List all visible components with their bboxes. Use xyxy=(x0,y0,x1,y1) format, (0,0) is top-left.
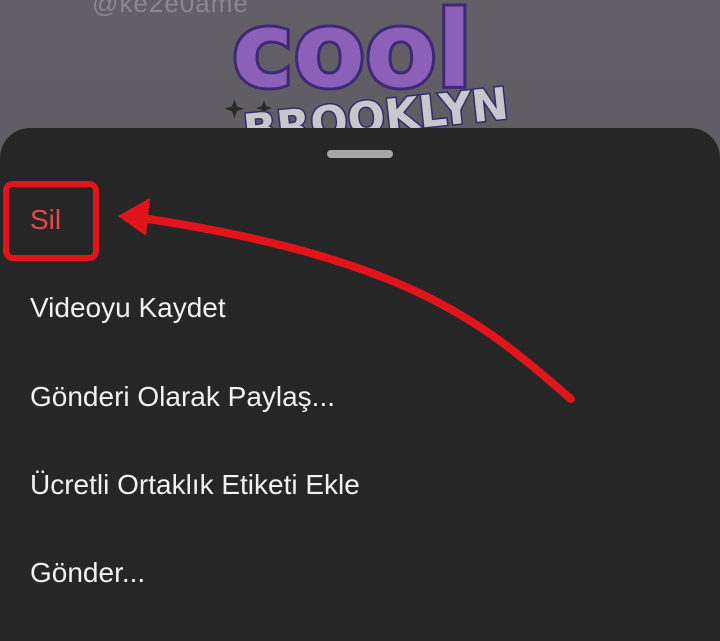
annotation-highlight-box xyxy=(3,181,99,261)
menu-item-share-as-post[interactable]: Gönderi Olarak Paylaş... xyxy=(30,379,335,415)
background-username: @ke2e0ame xyxy=(92,0,249,18)
screen: @ke2e0ame cool BROOKLYN Sil Videoyu Kayd… xyxy=(0,0,720,641)
menu-item-save-video[interactable]: Videoyu Kaydet xyxy=(30,290,226,326)
sheet-drag-handle[interactable] xyxy=(327,150,393,158)
menu-item-send[interactable]: Gönder... xyxy=(30,555,145,591)
menu-item-add-paid-partnership-label[interactable]: Ücretli Ortaklık Etiketi Ekle xyxy=(30,467,360,503)
